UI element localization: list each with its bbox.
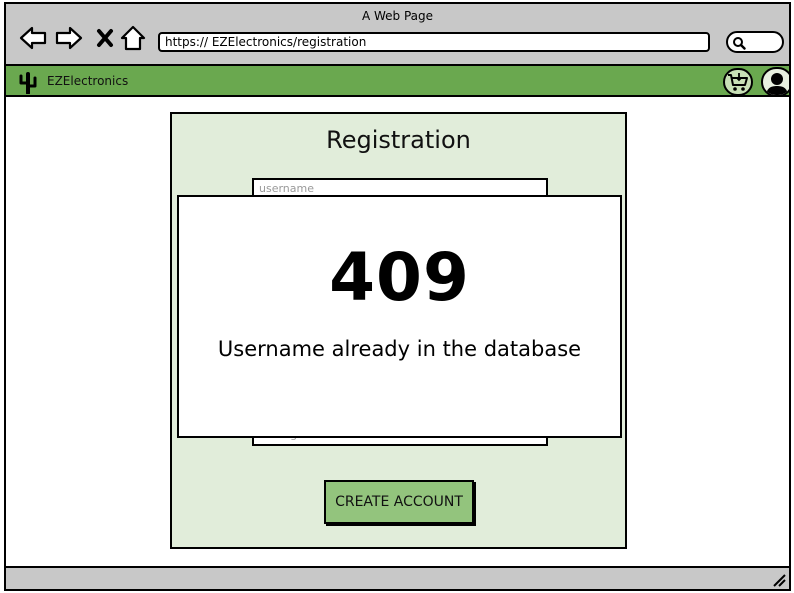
browser-window: A Web Page https:// EZElectronics/regist… (4, 2, 791, 591)
profile-button[interactable] (761, 67, 789, 97)
close-icon (97, 29, 113, 47)
app-header: EZElectronics (6, 66, 789, 97)
resize-grip-icon[interactable] (772, 573, 786, 587)
create-account-button[interactable]: CREATE ACCOUNT (324, 480, 474, 524)
window-title: A Web Page (361, 9, 434, 23)
cactus-logo-icon (19, 72, 37, 94)
status-bar (6, 566, 789, 589)
forward-button[interactable] (54, 24, 84, 52)
browser-chrome: A Web Page https:// EZElectronics/regist… (6, 4, 789, 66)
stop-button[interactable] (90, 24, 120, 52)
error-modal: 409 Username already in the database (177, 195, 622, 438)
app-name[interactable]: EZElectronics (47, 74, 128, 88)
browser-search-button[interactable] (726, 31, 784, 53)
registration-title: Registration (326, 126, 471, 154)
cart-button[interactable] (723, 68, 753, 96)
error-message: Username already in the database (217, 337, 582, 361)
user-profile-icon (766, 73, 788, 95)
back-button[interactable] (18, 24, 48, 52)
back-arrow-icon (19, 26, 47, 50)
forward-arrow-icon (55, 26, 83, 50)
home-icon (120, 25, 146, 51)
home-button[interactable] (118, 24, 148, 52)
error-code: 409 (329, 239, 470, 316)
cart-icon (728, 73, 748, 91)
search-icon (733, 37, 746, 50)
url-bar[interactable]: https:// EZElectronics/registration (158, 32, 710, 52)
